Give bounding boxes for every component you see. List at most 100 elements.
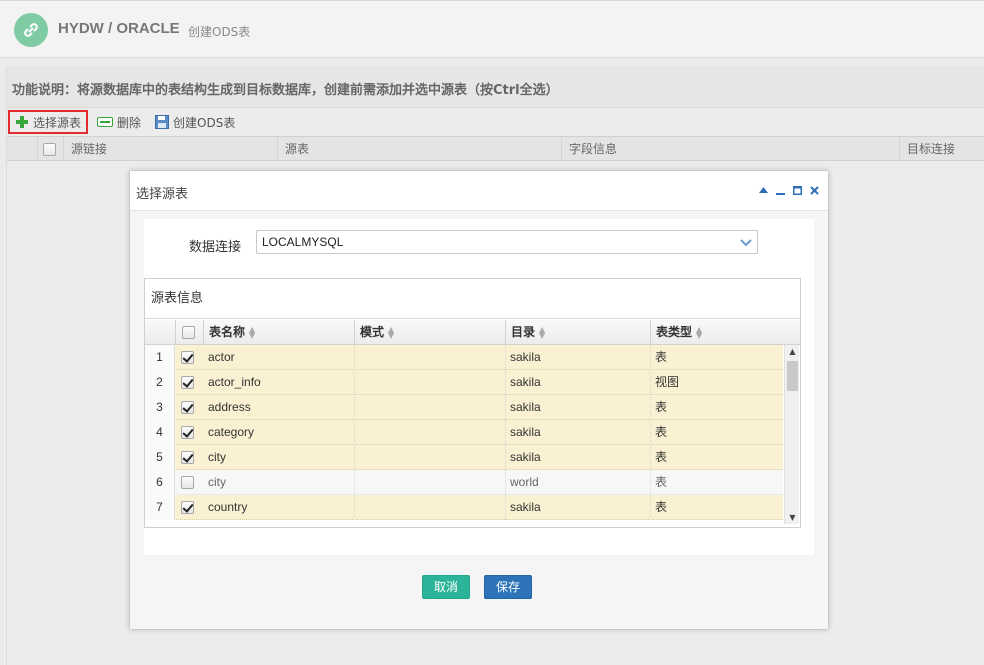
toolbar: 选择源表 删除 创建ODS表	[7, 108, 984, 136]
cell-schema	[354, 370, 505, 395]
dialog-tools	[757, 184, 820, 196]
cell-schema	[354, 420, 505, 445]
table-row[interactable]: 4 category sakila 表	[145, 420, 783, 445]
vertical-scrollbar[interactable]: ▲ ▼	[784, 345, 799, 524]
row-checkbox[interactable]	[181, 476, 194, 490]
row-checkbox-cell[interactable]	[175, 420, 203, 445]
scroll-up-icon[interactable]: ▲	[788, 347, 797, 356]
table-row[interactable]: 3 address sakila 表	[145, 395, 783, 420]
col-source-table[interactable]: 源表	[277, 137, 561, 161]
cell-table-name: actor_info	[208, 375, 261, 389]
select-all-checkbox-cell[interactable]	[37, 137, 63, 161]
source-table-body: 1 actor sakila 表 2 actor_info sakila 视图 3 address…	[145, 345, 800, 525]
table-row[interactable]: 6 city world 表	[145, 470, 783, 495]
minimize-icon[interactable]	[774, 184, 786, 196]
col-table-type[interactable]: 表类型 ▲ ▼	[650, 320, 796, 345]
row-checkbox[interactable]	[181, 501, 194, 515]
col-field-info[interactable]: 字段信息	[561, 137, 899, 161]
col-table-type-label: 表类型	[656, 325, 693, 339]
row-number: 6	[145, 470, 175, 495]
cell-catalog: sakila	[510, 350, 541, 364]
row-number: 7	[145, 495, 175, 520]
collapse-icon[interactable]	[757, 184, 769, 196]
col-table-name-label: 表名称	[209, 325, 246, 339]
maximize-icon[interactable]	[791, 184, 803, 196]
delete-button[interactable]: 删除	[92, 110, 146, 134]
select-source-label: 选择源表	[33, 115, 82, 130]
cell-table-type: 表	[655, 450, 668, 464]
row-checkbox-cell[interactable]	[175, 495, 203, 520]
row-number: 4	[145, 420, 175, 445]
dialog-title: 选择源表	[136, 187, 189, 202]
select-all-checkbox[interactable]	[43, 143, 56, 156]
row-checkbox[interactable]	[181, 376, 194, 390]
row-checkbox[interactable]	[181, 351, 194, 365]
col-source-link[interactable]: 源链接	[63, 137, 277, 161]
sort-icon: ▲ ▼	[696, 324, 703, 340]
create-ods-button[interactable]: 创建ODS表	[150, 110, 240, 134]
cancel-button[interactable]: 取消	[422, 575, 470, 599]
connection-value: LOCALMYSQL	[262, 235, 344, 249]
create-ods-label: 创建ODS表	[173, 115, 236, 130]
cell-table-type: 表	[655, 425, 668, 439]
sort-icon: ▲ ▼	[249, 324, 256, 340]
cell-catalog: sakila	[510, 375, 541, 389]
dialog-form: 数据连接 LOCALMYSQL 源表信息 表名称 ▲ ▼ 模式 ▲ ▼ 目录 ▲ ▼ 表类型…	[144, 219, 814, 555]
cell-catalog: sakila	[510, 400, 541, 414]
page-subtitle: 创建ODS表	[188, 25, 251, 39]
cell-table-name: city	[208, 475, 226, 489]
cell-schema	[354, 445, 505, 470]
delete-label: 删除	[117, 115, 142, 130]
select-all-cell[interactable]	[175, 320, 203, 345]
cell-table-name: actor	[208, 350, 235, 364]
source-table-header: 表名称 ▲ ▼ 模式 ▲ ▼ 目录 ▲ ▼ 表类型 ▲ ▼	[145, 320, 800, 345]
save-disk-icon	[155, 115, 170, 129]
cell-table-type: 表	[655, 400, 668, 414]
select-source-button[interactable]: 选择源表	[8, 110, 89, 134]
connection-label: 数据连接	[189, 240, 242, 255]
scrollbar-thumb[interactable]	[787, 361, 798, 391]
dialog-header: 选择源表	[130, 171, 828, 211]
cell-schema	[354, 395, 505, 420]
cell-table-name: address	[208, 400, 251, 414]
cell-table-type: 表	[655, 500, 668, 514]
table-row[interactable]: 1 actor sakila 表	[145, 345, 783, 370]
cell-catalog: world	[510, 475, 539, 489]
col-catalog[interactable]: 目录 ▲ ▼	[505, 320, 650, 345]
dialog-body: 数据连接 LOCALMYSQL 源表信息 表名称 ▲ ▼ 模式 ▲ ▼ 目录 ▲ ▼ 表类型…	[130, 211, 828, 629]
source-panel-title: 源表信息	[145, 279, 800, 319]
sort-icon: ▲ ▼	[388, 324, 395, 340]
row-checkbox-cell[interactable]	[175, 345, 203, 370]
col-schema[interactable]: 模式 ▲ ▼	[354, 320, 505, 345]
cell-table-type: 视图	[655, 375, 680, 389]
col-catalog-label: 目录	[511, 325, 536, 339]
row-checkbox-cell[interactable]	[175, 395, 203, 420]
connection-select[interactable]: LOCALMYSQL	[256, 230, 758, 254]
row-checkbox-cell[interactable]	[175, 470, 203, 495]
row-number: 3	[145, 395, 175, 420]
table-row[interactable]: 7 country sakila 表	[145, 495, 783, 520]
row-number: 5	[145, 445, 175, 470]
table-row[interactable]: 5 city sakila 表	[145, 445, 783, 470]
cell-catalog: sakila	[510, 450, 541, 464]
row-checkbox[interactable]	[181, 426, 194, 440]
scroll-down-icon[interactable]: ▼	[788, 513, 797, 522]
close-icon[interactable]	[808, 184, 820, 196]
table-row[interactable]: 2 actor_info sakila 视图	[145, 370, 783, 395]
row-checkbox[interactable]	[181, 451, 194, 465]
cell-table-type: 表	[655, 350, 668, 364]
row-checkbox[interactable]	[181, 401, 194, 415]
cell-table-name: category	[208, 425, 255, 439]
col-table-name[interactable]: 表名称 ▲ ▼	[203, 320, 354, 345]
cell-catalog: sakila	[510, 425, 541, 439]
row-checkbox-cell[interactable]	[175, 370, 203, 395]
source-table-panel: 源表信息 表名称 ▲ ▼ 模式 ▲ ▼ 目录 ▲ ▼ 表类型 ▲ ▼ 1 actor sakila 表…	[144, 278, 801, 528]
row-checkbox-cell[interactable]	[175, 445, 203, 470]
main-grid-header: 源链接 源表 字段信息 目标连接	[7, 136, 984, 161]
col-target-connection[interactable]: 目标连接	[899, 137, 984, 161]
row-number: 1	[145, 345, 175, 370]
link-icon	[14, 13, 48, 47]
save-button[interactable]: 保存	[484, 575, 532, 599]
chevron-down-icon[interactable]	[739, 234, 753, 248]
select-all-checkbox[interactable]	[182, 326, 195, 339]
